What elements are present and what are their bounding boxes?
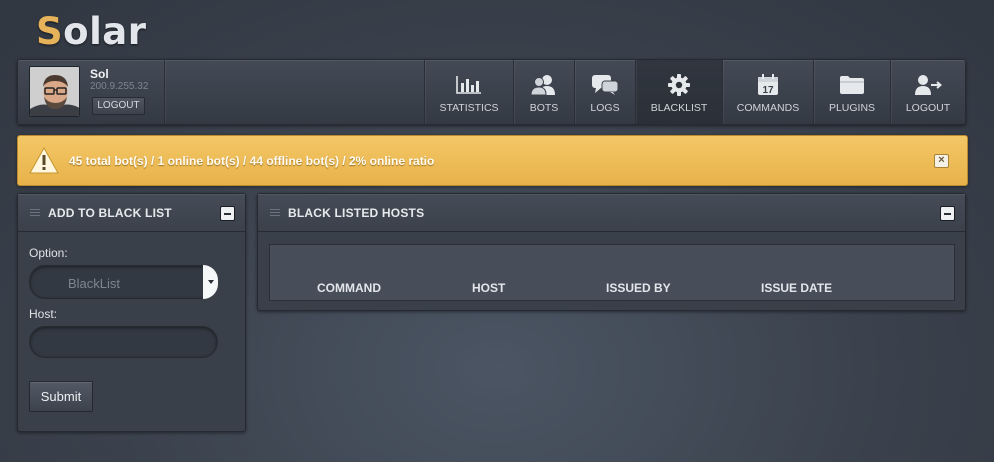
user-logout-button[interactable]: LOGOUT [92,97,145,115]
tab-statistics[interactable]: STATISTICS [424,60,513,124]
add-to-blacklist-panel: ADD TO BLACK LIST Option: BlackList Host… [17,193,246,432]
tab-label: PLUGINS [828,102,876,114]
users-icon [530,74,558,96]
grip-icon [30,209,40,218]
tab-label: STATISTICS [439,102,499,114]
minimize-icon[interactable] [220,206,235,221]
option-select[interactable]: BlackList [29,265,218,299]
calendar-icon: 17 [754,74,782,96]
column-header-issued-by[interactable]: ISSUED BY [606,281,671,295]
submit-button[interactable]: Submit [29,381,93,412]
blacklisted-hosts-panel: BLACK LISTED HOSTS COMMAND HOST ISSUED B… [257,193,966,311]
tab-plugins[interactable]: PLUGINS [813,60,890,124]
close-icon[interactable]: × [934,154,949,168]
avatar[interactable] [29,66,80,117]
host-input[interactable] [29,326,218,358]
option-label: Option: [29,246,68,260]
panel-header: ADD TO BLACK LIST [18,194,245,232]
tab-bots[interactable]: BOTS [513,60,574,124]
calendar-day: 17 [762,85,774,96]
tab-label: LOGOUT [905,102,951,114]
chat-bubbles-icon [591,74,619,96]
tab-label: LOGS [590,102,620,114]
app-logo: Solar [36,10,147,53]
chevron-down-icon[interactable] [203,265,218,299]
top-navigation-bar: Sol 200.9.255.32 LOGOUT STATISTICS BOTS … [17,59,966,125]
tab-logs[interactable]: LOGS [574,60,635,124]
panel-title: ADD TO BLACK LIST [48,206,172,220]
host-label: Host: [29,307,58,321]
tab-label: BOTS [529,102,559,114]
minimize-icon[interactable] [940,206,955,221]
column-header-issue-date[interactable]: ISSUE DATE [761,281,832,295]
warning-icon [29,146,59,179]
bar-chart-icon [455,74,483,96]
tab-label: BLACKLIST [650,102,708,114]
tab-label: COMMANDS [736,102,800,114]
user-name: Sol [90,67,109,81]
main-nav: STATISTICS BOTS LOGS BLACKLIST 17 COMMAN… [424,60,965,124]
panel-header: BLACK LISTED HOSTS [258,194,965,232]
hosts-table: COMMAND HOST ISSUED BY ISSUE DATE [269,244,955,301]
gear-icon [665,74,693,96]
folder-icon [838,74,866,96]
alert-message: 45 total bot(s) / 1 online bot(s) / 44 o… [69,154,435,168]
option-selected-value: BlackList [68,276,121,291]
column-header-host[interactable]: HOST [472,281,505,295]
tab-blacklist[interactable]: BLACKLIST [635,60,722,124]
tab-commands[interactable]: 17 COMMANDS [722,60,813,124]
user-logout-icon [914,74,942,96]
user-profile: Sol 200.9.255.32 LOGOUT [18,60,165,124]
panel-title: BLACK LISTED HOSTS [288,206,425,220]
column-header-command[interactable]: COMMAND [317,281,381,295]
tab-logout[interactable]: LOGOUT [890,60,965,124]
user-ip: 200.9.255.32 [90,81,149,92]
grip-icon [270,209,280,218]
status-alert: 45 total bot(s) / 1 online bot(s) / 44 o… [17,135,968,186]
